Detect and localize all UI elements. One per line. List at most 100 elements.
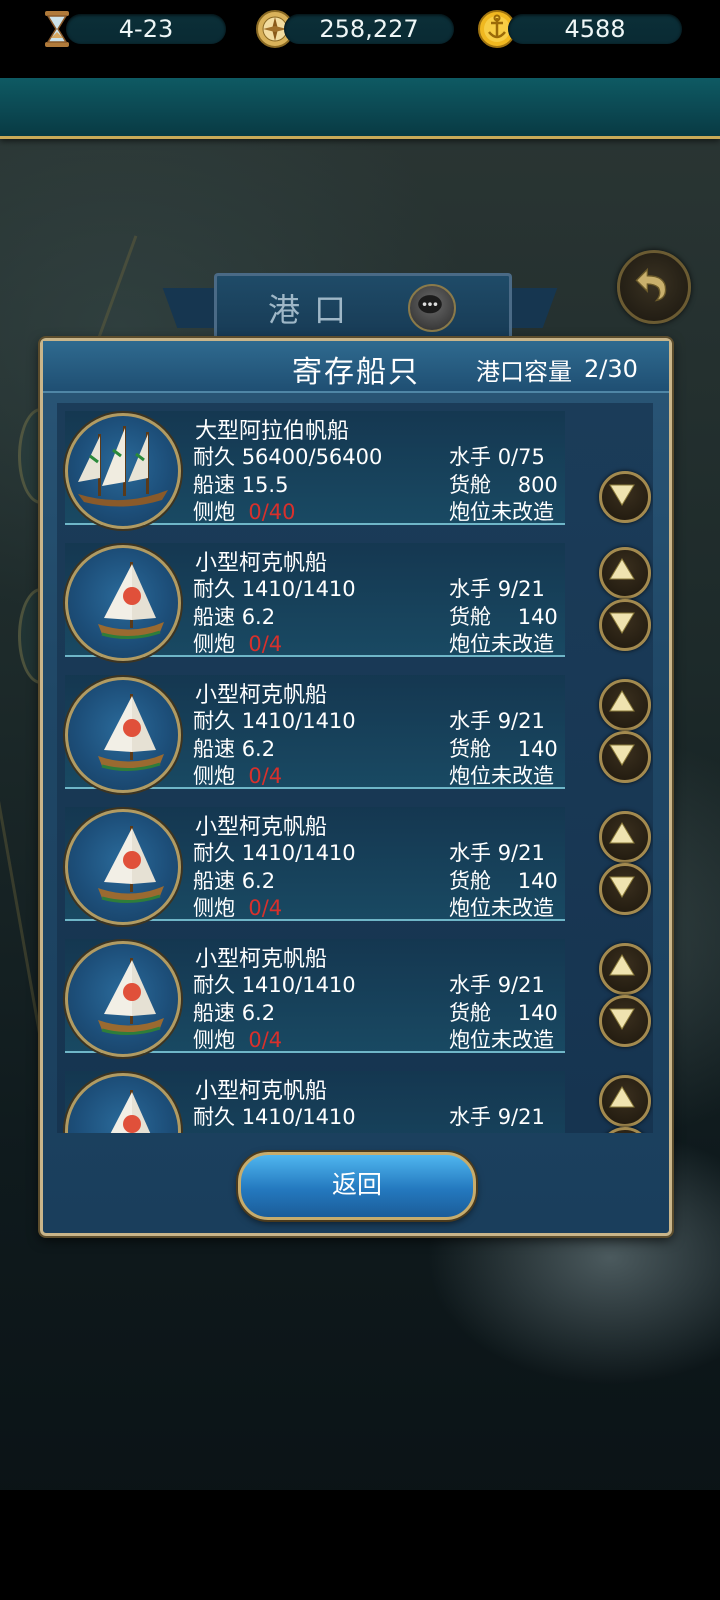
durability-stat: 耐久 1410/1410 [193, 969, 356, 999]
cargo-label: 货舱 [449, 605, 491, 629]
cannons-label: 侧炮 [193, 1028, 235, 1052]
sailors-value: 9/21 [497, 973, 545, 997]
speed-label: 船速 [193, 1001, 235, 1025]
ship-row[interactable]: 小型柯克帆船 耐久 1410/1410 船速 6.2 侧炮 0/4 水手 9/2… [57, 535, 653, 667]
cannons-stat: 侧炮 0/4 [193, 760, 282, 790]
durability-stat: 耐久 1410/1410 [193, 837, 356, 867]
ship-row[interactable]: 小型柯克帆船 耐久 1410/1410 船速 6.2 侧炮 0/4 水手 9/2… [57, 667, 653, 799]
durability-stat: 耐久 56400/56400 [193, 441, 382, 471]
speed-stat: 船速 15.5 [193, 469, 288, 499]
ship-portrait [65, 809, 181, 925]
sailors-label: 水手 [449, 445, 491, 469]
ship-portrait [65, 545, 181, 661]
cargo-stat: 货舱 140 [449, 1129, 558, 1133]
sailors-stat: 水手 9/21 [449, 969, 545, 999]
speed-stat: 船速 6.2 [193, 601, 275, 631]
durability-value: 1410/1410 [241, 1105, 356, 1129]
back-arrow-icon [635, 267, 667, 302]
triangle-down-icon [609, 484, 635, 506]
cargo-stat: 货舱 140 [449, 865, 558, 895]
triangle-down-icon [609, 1008, 635, 1030]
ship-portrait [65, 413, 181, 529]
ship-row[interactable]: 小型柯克帆船 耐久 1410/1410 船速 6.2 侧炮 0/4 水手 9/2… [57, 799, 653, 931]
ducats-display: 258,227 [284, 14, 454, 44]
speed-label: 船速 [193, 737, 235, 761]
sailors-label: 水手 [449, 841, 491, 865]
cargo-stat: 货舱 800 [449, 469, 558, 499]
move-up-button[interactable] [599, 1075, 651, 1127]
move-down-button[interactable] [599, 731, 651, 783]
panel-title: 寄存船只 [292, 355, 420, 390]
sailors-value: 9/21 [497, 577, 545, 601]
triangle-up-icon [609, 822, 635, 844]
durability-value: 1410/1410 [241, 973, 356, 997]
gold-display: 4588 [508, 14, 682, 44]
sailors-stat: 水手 9/21 [449, 705, 545, 735]
move-up-button[interactable] [599, 811, 651, 863]
cannon-slot-status: 炮位未改造 [449, 632, 554, 656]
speed-value: 6.2 [241, 605, 276, 629]
cargo-value: 800 [517, 473, 558, 497]
durability-label: 耐久 [193, 1105, 235, 1129]
cargo-value: 140 [517, 737, 558, 761]
move-down-button[interactable] [599, 863, 651, 915]
date-display: 4-23 [66, 14, 226, 44]
cannons-value: 0/4 [248, 1028, 283, 1052]
cannons-label: 侧炮 [193, 896, 235, 920]
move-down-button[interactable] [599, 599, 651, 651]
triangle-down-icon [609, 876, 635, 898]
cannons-label: 侧炮 [193, 764, 235, 788]
cannons-value: 0/4 [248, 632, 283, 656]
triangle-down-icon [609, 612, 635, 634]
sailors-stat: 水手 9/21 [449, 573, 545, 603]
cannons-stat: 侧炮 0/40 [193, 496, 296, 526]
cannon-slot-status: 炮位未改造 [449, 1028, 554, 1052]
sailors-label: 水手 [449, 973, 491, 997]
cannons-label: 侧炮 [193, 500, 235, 524]
speed-label: 船速 [193, 869, 235, 893]
triangle-up-icon [609, 690, 635, 712]
move-down-button[interactable] [599, 1127, 651, 1133]
cannon-slot-status: 炮位未改造 [449, 896, 554, 920]
resource-bar [0, 78, 720, 139]
move-up-button[interactable] [599, 679, 651, 731]
bottom-bar [0, 1490, 720, 1600]
move-down-button[interactable] [599, 471, 651, 523]
ship-row[interactable]: 大型阿拉伯帆船 耐久 56400/56400 船速 15.5 侧炮 0/40 水… [57, 403, 653, 535]
triangle-up-icon [609, 1086, 635, 1108]
move-down-button[interactable] [599, 995, 651, 1047]
cargo-stat: 货舱 140 [449, 997, 558, 1027]
cargo-stat: 货舱 140 [449, 733, 558, 763]
cannons-label: 侧炮 [193, 632, 235, 656]
triangle-down-icon [609, 744, 635, 766]
speed-value: 6.2 [241, 869, 276, 893]
ship-row[interactable]: 小型柯克帆船 耐久 1410/1410 船速 6.2 侧炮 0/4 水手 9/2… [57, 931, 653, 1063]
sailors-value: 0/75 [497, 445, 545, 469]
date-value: 4-23 [118, 15, 174, 43]
durability-stat: 耐久 1410/1410 [193, 573, 356, 603]
return-button[interactable]: 返回 [238, 1152, 476, 1220]
ship-list[interactable]: 大型阿拉伯帆船 耐久 56400/56400 船速 15.5 侧炮 0/40 水… [57, 403, 653, 1133]
speed-stat: 船速 6.2 [193, 997, 275, 1027]
cannon-slot-status: 炮位未改造 [449, 764, 554, 788]
back-button[interactable] [617, 250, 691, 324]
durability-label: 耐久 [193, 445, 235, 469]
cannons-value: 0/40 [248, 500, 296, 524]
durability-value: 56400/56400 [241, 445, 383, 469]
sailors-stat: 水手 9/21 [449, 1101, 545, 1131]
move-up-button[interactable] [599, 943, 651, 995]
sailors-label: 水手 [449, 577, 491, 601]
durability-stat: 耐久 1410/1410 [193, 705, 356, 735]
cannons-stat: 侧炮 0/4 [193, 892, 282, 922]
move-up-button[interactable] [599, 547, 651, 599]
sailors-stat: 水手 0/75 [449, 441, 545, 471]
panel-header: 寄存船只 港口容量 2/30 [43, 341, 669, 393]
port-capacity-value: 2/30 [584, 355, 638, 383]
ship-row[interactable]: 小型柯克帆船 耐久 1410/1410 船速 6.2 侧炮 0/4 水手 9/2… [57, 1063, 653, 1133]
sailors-value: 9/21 [497, 1105, 545, 1129]
cargo-value: 140 [517, 1001, 558, 1025]
durability-stat: 耐久 1410/1410 [193, 1101, 356, 1131]
port-title: 港口 [267, 291, 360, 329]
durability-value: 1410/1410 [241, 841, 356, 865]
chat-bubble-icon[interactable] [408, 284, 456, 332]
